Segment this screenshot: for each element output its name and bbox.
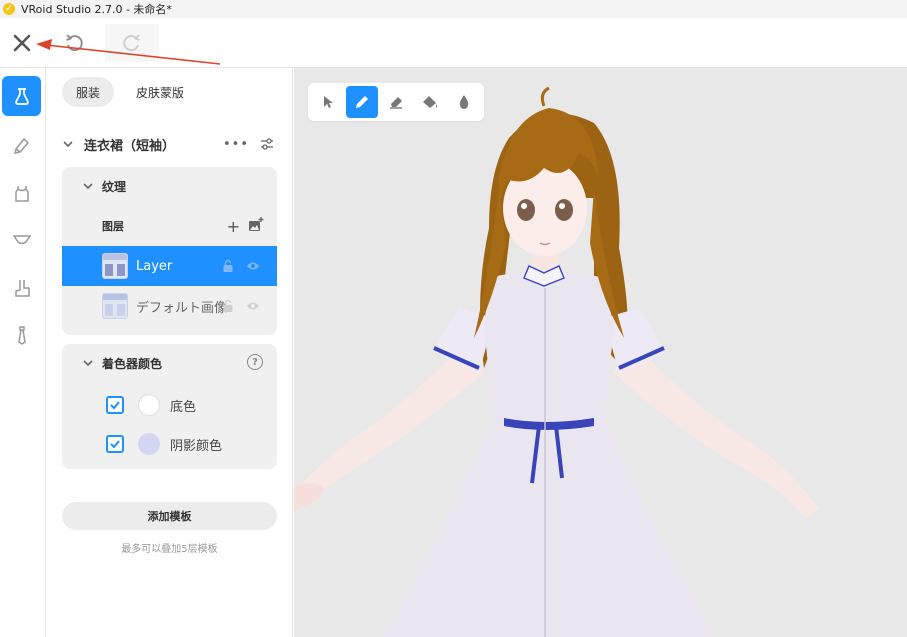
add-template-button[interactable]: 添加模板 — [62, 502, 277, 530]
blur-tool-button[interactable] — [448, 86, 480, 118]
chevron-down-icon[interactable] — [62, 138, 74, 150]
paint-toolbar — [308, 83, 484, 121]
fill-icon — [423, 96, 437, 108]
shadow-color-checkbox[interactable] — [106, 435, 124, 453]
select-tool-button[interactable] — [312, 86, 344, 118]
rail-item-top[interactable] — [2, 173, 41, 213]
blur-drop-icon — [459, 95, 469, 109]
bottom-clothing-icon — [12, 235, 31, 245]
accessory-icon — [17, 326, 26, 345]
shadow-color-swatch[interactable] — [138, 433, 160, 455]
shader-color-card: 着色器颜色 ? 底色 阴影颜色 — [62, 344, 277, 469]
layer-item[interactable]: デフォルト画像 — [62, 286, 277, 326]
texture-card: 纹理 图层 + Layer デフォルト画像 — [62, 167, 277, 335]
pencil-icon — [356, 96, 368, 108]
tab-skin-mask[interactable]: 皮肤蒙版 — [122, 77, 198, 107]
texture-section-label: 纹理 — [102, 179, 127, 194]
character-model — [294, 86, 819, 637]
layer-item-selected[interactable]: Layer — [62, 246, 277, 286]
eraser-tool-button[interactable] — [380, 86, 412, 118]
template-hint: 最多可以叠加5层模板 — [121, 544, 218, 555]
face-edit-icon — [14, 88, 29, 105]
more-options-button[interactable]: ••• — [223, 137, 249, 152]
fill-tool-button[interactable] — [414, 86, 446, 118]
rail-item-face[interactable] — [2, 76, 41, 116]
shadow-color-label: 阴影颜色 — [170, 438, 223, 454]
3d-viewport[interactable] — [294, 68, 907, 637]
help-icon[interactable]: ? — [247, 354, 263, 370]
texture-section-header[interactable]: 纹理 — [82, 175, 126, 197]
adjust-settings-icon[interactable] — [259, 136, 275, 152]
shadow-color-row: 阴影颜色 — [106, 431, 266, 457]
base-color-checkbox[interactable] — [106, 396, 124, 414]
layers-row: 图层 + — [102, 214, 272, 238]
chevron-down-icon — [83, 360, 93, 367]
clothing-panel: 服装 皮肤蒙版 连衣裙（短袖） ••• 纹理 图层 + Layer デフォルト画… — [46, 68, 293, 637]
top-clothing-icon — [14, 186, 29, 202]
lock-icon[interactable] — [222, 299, 234, 313]
tab-clothing[interactable]: 服装 — [62, 77, 115, 107]
panel-tabs: 服装 皮肤蒙版 — [62, 77, 198, 107]
rail-item-shoes[interactable] — [2, 268, 41, 308]
lock-icon[interactable] — [222, 259, 234, 273]
checkmark-icon — [110, 401, 120, 410]
base-color-row: 底色 — [106, 392, 266, 418]
shader-section-header[interactable]: 着色器颜色 — [82, 352, 162, 374]
pencil-tool-button[interactable] — [346, 86, 378, 118]
add-image-layer-icon[interactable] — [248, 217, 264, 233]
layer-name: デフォルト画像 — [136, 300, 228, 316]
layer-thumbnail — [102, 293, 128, 319]
chevron-down-icon — [83, 183, 93, 190]
checkmark-icon — [110, 440, 120, 449]
category-rail — [0, 68, 46, 637]
eye-visibility-icon[interactable] — [246, 260, 260, 272]
rail-item-accessory[interactable] — [2, 315, 41, 355]
add-layer-button[interactable]: + — [227, 217, 240, 236]
layer-thumbnail — [102, 253, 128, 279]
eye-visibility-icon[interactable] — [246, 300, 260, 312]
base-color-label: 底色 — [170, 399, 197, 415]
layer-name: Layer — [136, 258, 173, 274]
base-color-swatch[interactable] — [138, 394, 160, 416]
hair-brush-icon — [13, 137, 29, 154]
eraser-icon — [390, 97, 402, 109]
shoe-icon — [14, 280, 30, 297]
rail-item-bottom[interactable] — [2, 220, 41, 260]
item-header: 连衣裙（短袖） ••• — [62, 132, 277, 156]
layers-label: 图层 — [102, 220, 124, 233]
rail-item-hair[interactable] — [2, 125, 41, 165]
item-title: 连衣裙（短袖） — [84, 138, 176, 154]
select-cursor-icon — [324, 96, 333, 108]
shader-section-label: 着色器颜色 — [102, 356, 163, 371]
